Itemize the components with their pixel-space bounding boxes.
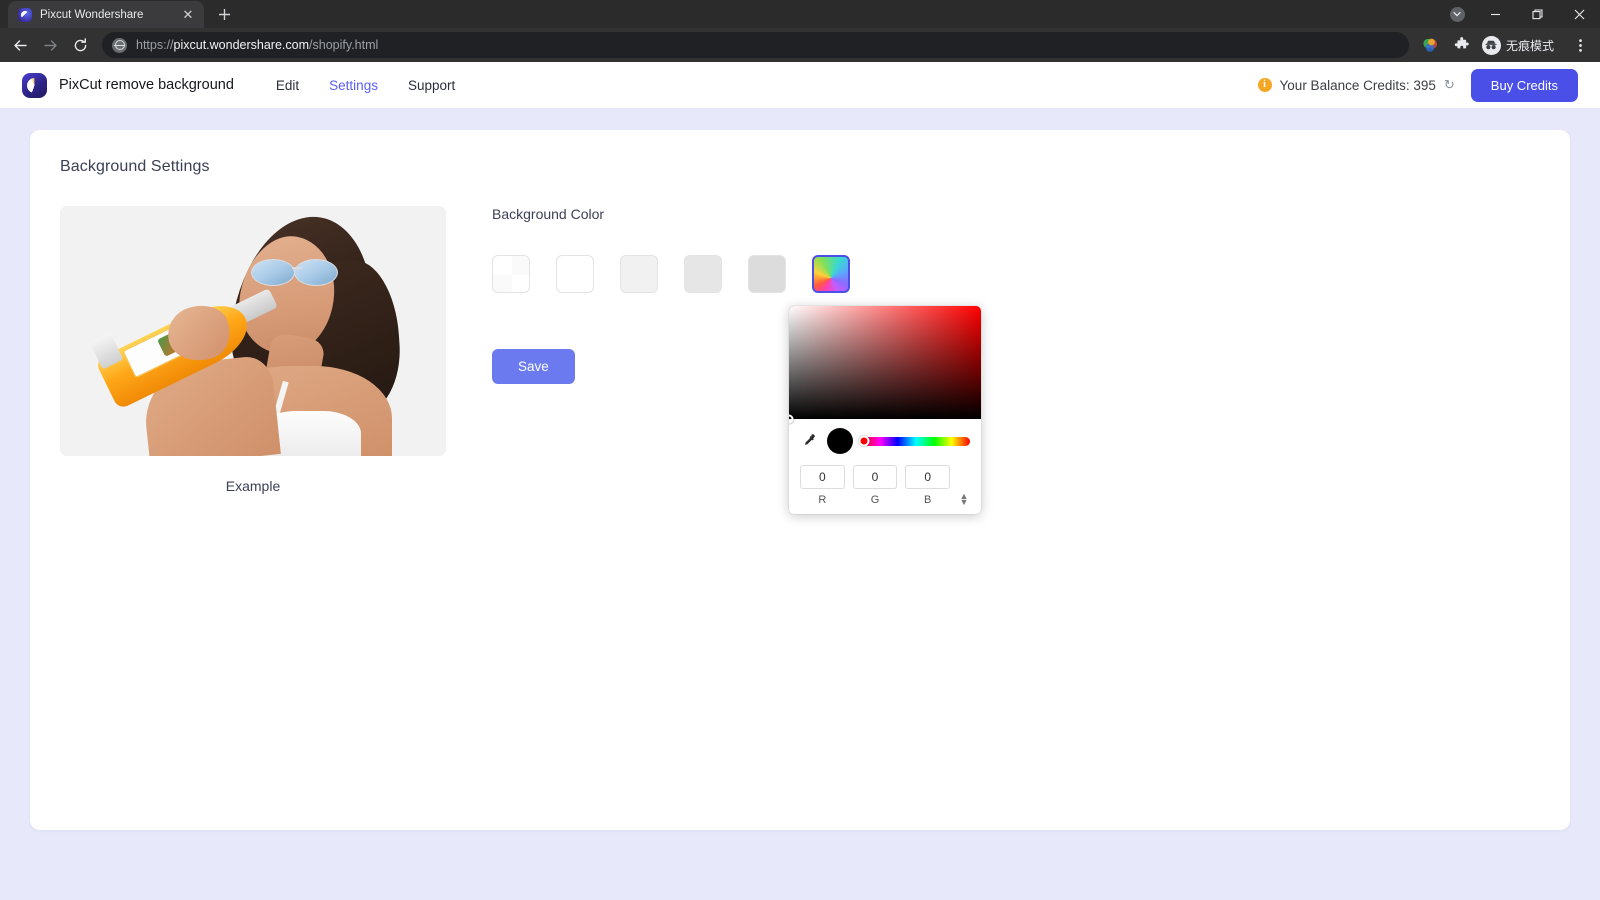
close-icon[interactable]: ✕ — [180, 7, 196, 23]
swatch-gray-100[interactable] — [620, 255, 658, 293]
url-path: /shopify.html — [309, 38, 379, 52]
settings-content: Example Background Color Save 0 R 0 G 0 … — [60, 206, 1540, 514]
hue-gradient-bar — [862, 436, 970, 446]
chevron-down-circle-icon — [1449, 6, 1465, 22]
window-controls — [1440, 0, 1600, 28]
balance-credits: i Your Balance Credits: 395 ↻ — [1257, 77, 1455, 93]
app-viewport: PixCut remove background Edit Settings S… — [0, 62, 1600, 900]
nav-item-support[interactable]: Support — [408, 78, 455, 93]
balance-text: Your Balance Credits: 395 — [1279, 77, 1436, 93]
reload-button[interactable] — [66, 31, 94, 59]
info-icon[interactable]: i — [1257, 78, 1272, 92]
incognito-label: 无痕模式 — [1505, 38, 1554, 53]
app-header: PixCut remove background Edit Settings S… — [0, 62, 1600, 108]
url-text: https://pixcut.wondershare.com/shopify.h… — [136, 38, 378, 52]
color-extension-button[interactable] — [1417, 31, 1445, 59]
extensions-puzzle-icon — [1454, 37, 1469, 49]
stepper-down[interactable]: ▼ — [960, 498, 969, 507]
example-image — [60, 206, 446, 456]
save-button[interactable]: Save — [492, 349, 575, 384]
minimize-button[interactable] — [1474, 0, 1516, 28]
color-picker-popup[interactable]: R G B — [789, 306, 981, 514]
rgb-inputs: R G B — [800, 465, 970, 507]
maximize-button[interactable] — [1516, 0, 1558, 28]
back-button[interactable] — [6, 31, 34, 59]
window-more-button[interactable] — [1440, 0, 1474, 28]
forward-arrow-icon — [43, 39, 57, 51]
red-label: R — [818, 494, 827, 506]
buy-credits-button[interactable]: Buy Credits — [1470, 68, 1578, 102]
swatch-custom-color[interactable] — [812, 255, 850, 293]
maximize-icon — [1531, 8, 1543, 19]
pixcut-logo-icon — [22, 72, 47, 98]
color-extension-icon — [1423, 38, 1438, 52]
swatch-gray-300[interactable] — [748, 255, 786, 293]
background-color-label: Background Color — [492, 206, 605, 222]
url-host: pixcut.wondershare.com — [173, 38, 310, 52]
green-input[interactable] — [852, 465, 898, 489]
minimize-icon — [1490, 13, 1500, 15]
nav-item-settings[interactable]: Settings — [329, 78, 378, 93]
red-field: R — [800, 465, 845, 506]
app-header-right: i Your Balance Credits: 395 ↻ Buy Credit… — [1257, 68, 1578, 102]
forward-button[interactable] — [36, 31, 64, 59]
swatch-white[interactable] — [556, 255, 594, 293]
brand[interactable]: PixCut remove background — [22, 72, 234, 98]
hue-slider-handle[interactable] — [858, 435, 870, 447]
reload-icon — [74, 37, 86, 51]
incognito-icon — [1481, 35, 1501, 55]
refresh-icon[interactable]: ↻ — [1444, 77, 1455, 93]
page-title: Background Settings — [60, 158, 210, 175]
settings-card: Background Settings Example Background C… — [30, 130, 1570, 830]
plus-icon — [218, 8, 230, 20]
tab-title: Pixcut Wondershare — [40, 8, 144, 21]
main-nav: Edit Settings Support — [276, 78, 455, 93]
example-column: Example — [60, 206, 446, 494]
browser-menu-button[interactable] — [1566, 31, 1594, 59]
browser-window: Pixcut Wondershare ✕ https://pixcut.wond… — [0, 0, 1600, 900]
green-label: G — [870, 494, 880, 506]
swatch-transparent[interactable] — [492, 255, 530, 293]
blue-field: B — [905, 465, 951, 506]
extensions-button[interactable] — [1448, 31, 1476, 59]
back-arrow-icon — [13, 39, 27, 51]
red-input[interactable] — [800, 465, 845, 489]
color-picker-body: R G B — [789, 419, 981, 514]
tab-strip: Pixcut Wondershare ✕ — [0, 0, 1600, 28]
incognito-indicator[interactable]: 无痕模式 — [1479, 34, 1563, 57]
globe-icon — [112, 37, 127, 53]
example-caption: Example — [225, 478, 281, 494]
browser-tab[interactable]: Pixcut Wondershare ✕ — [8, 1, 204, 28]
blue-label: B — [924, 494, 932, 506]
saturation-value-area[interactable] — [789, 306, 981, 424]
example-photo — [60, 206, 446, 456]
up-down-stepper-icon[interactable]: ▲ ▼ — [958, 465, 970, 507]
new-tab-button[interactable] — [210, 0, 238, 28]
swatch-gray-200[interactable] — [684, 255, 722, 293]
address-bar[interactable]: https://pixcut.wondershare.com/shopify.h… — [102, 32, 1409, 58]
color-picker-controls — [800, 428, 970, 454]
color-swatch-list — [492, 255, 1540, 293]
window-close-button[interactable] — [1558, 0, 1600, 28]
color-preview-swatch — [827, 428, 853, 454]
url-scheme: https:// — [136, 38, 174, 52]
green-field: G — [852, 465, 898, 506]
blue-input[interactable] — [905, 465, 951, 489]
hue-slider[interactable] — [858, 435, 970, 447]
page-stage: Background Settings Example Background C… — [0, 108, 1600, 900]
nav-item-edit[interactable]: Edit — [276, 78, 299, 93]
background-color-section: Background Color Save 0 R 0 G 0 B ▲ ▼ — [492, 206, 1540, 514]
brand-name: PixCut remove background — [59, 77, 234, 93]
pixcut-favicon-icon — [18, 7, 32, 22]
toolbar-right: 无痕模式 — [1417, 31, 1594, 59]
close-icon — [1574, 9, 1584, 19]
three-dot-menu-icon — [1578, 38, 1582, 52]
browser-toolbar: https://pixcut.wondershare.com/shopify.h… — [0, 28, 1600, 62]
eyedropper-icon[interactable] — [800, 432, 818, 450]
